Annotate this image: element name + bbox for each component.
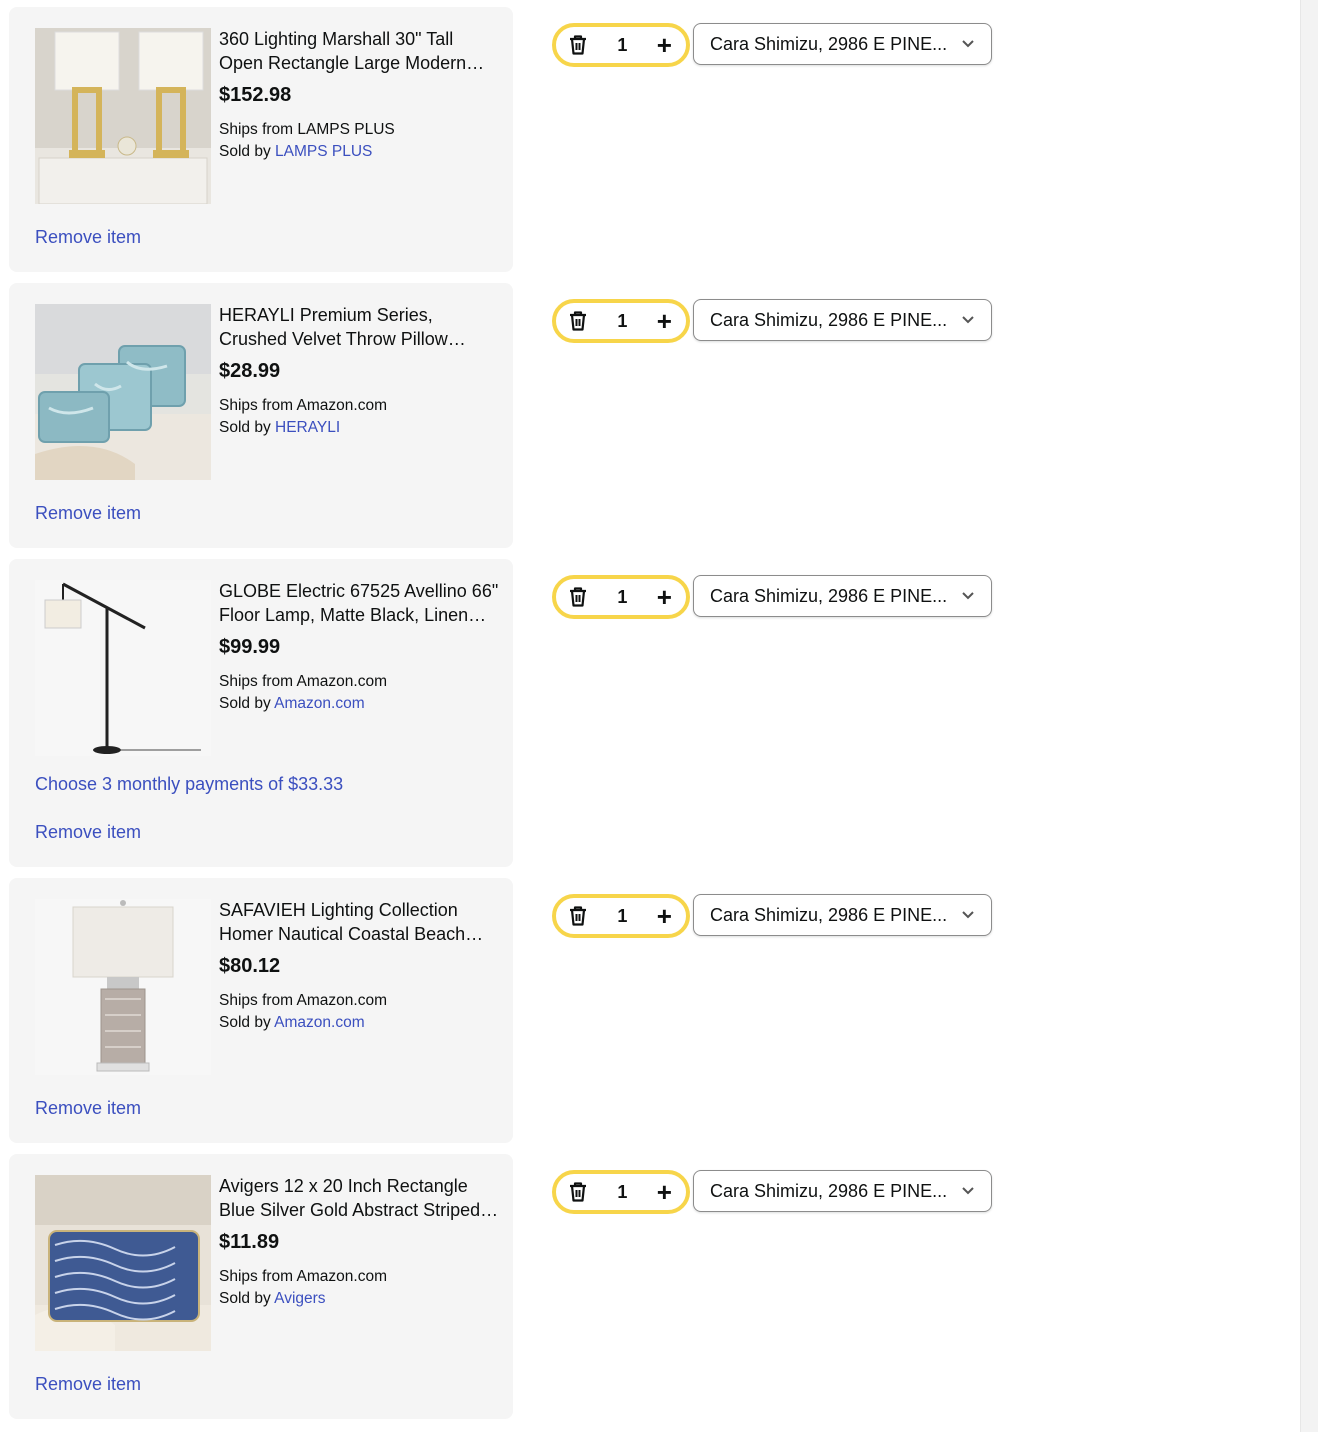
product-price: $99.99: [219, 636, 281, 658]
remove-item-link[interactable]: Remove item: [35, 503, 141, 524]
product-title[interactable]: GLOBE Electric 67525 Avellino 66" Floor …: [219, 579, 499, 627]
product-price: $80.12: [219, 955, 281, 977]
sold-by-label: Sold by: [219, 1290, 271, 1307]
remove-item-link[interactable]: Remove item: [35, 1374, 141, 1395]
chevron-down-icon: [961, 312, 977, 328]
trash-icon[interactable]: [568, 34, 588, 56]
shipping-address-dropdown[interactable]: Cara Shimizu, 2986 E PINE...: [693, 575, 992, 617]
ships-from: Ships from Amazon.com: [219, 992, 387, 1009]
sold-by: Sold by LAMPS PLUS: [219, 141, 499, 163]
cart-item-card: 360 Lighting Marshall 30" Tall Open Rect…: [9, 7, 513, 272]
chevron-down-icon: [961, 36, 977, 52]
trash-icon[interactable]: [568, 1181, 588, 1203]
product-title[interactable]: 360 Lighting Marshall 30" Tall Open Rect…: [219, 27, 499, 75]
sold-by: Sold by Amazon.com: [219, 1012, 499, 1034]
address-value: Cara Shimizu, 2986 E PINE...: [710, 1180, 948, 1201]
sold-by-label: Sold by: [219, 419, 271, 436]
ships-from: Ships from Amazon.com: [219, 673, 387, 690]
seller-link[interactable]: LAMPS PLUS: [275, 143, 372, 160]
product-title[interactable]: SAFAVIEH Lighting Collection Homer Nauti…: [219, 898, 499, 946]
cart-item-card: GLOBE Electric 67525 Avellino 66" Floor …: [9, 559, 513, 867]
quantity-value: 1: [617, 905, 628, 926]
cart-item-card: SAFAVIEH Lighting Collection Homer Nauti…: [9, 878, 513, 1143]
plus-icon[interactable]: +: [657, 903, 672, 929]
monthly-payments-link[interactable]: Choose 3 monthly payments of $33.33: [35, 774, 343, 795]
shell-table-lamp-image: [35, 899, 211, 1075]
sold-by-label: Sold by: [219, 143, 271, 160]
cart-item-card: Avigers 12 x 20 Inch Rectangle Blue Silv…: [9, 1154, 513, 1419]
item-info: 360 Lighting Marshall 30" Tall Open Rect…: [219, 27, 499, 163]
product-image[interactable]: [35, 1175, 211, 1351]
product-image[interactable]: [35, 899, 211, 1075]
seller-link[interactable]: HERAYLI: [275, 419, 340, 436]
plus-icon[interactable]: +: [657, 32, 672, 58]
scrollbar-track[interactable]: [1300, 0, 1318, 1432]
velvet-pillows-image: [35, 304, 211, 480]
blue-pillow-image: [35, 1175, 211, 1351]
sold-by-label: Sold by: [219, 695, 271, 712]
item-info: HERAYLI Premium Series, Crushed Velvet T…: [219, 303, 499, 439]
quantity-stepper: 1 +: [552, 894, 690, 938]
remove-item-link[interactable]: Remove item: [35, 822, 141, 843]
plus-icon[interactable]: +: [657, 584, 672, 610]
seller-link[interactable]: Amazon.com: [274, 695, 364, 712]
address-value: Cara Shimizu, 2986 E PINE...: [710, 33, 948, 54]
item-info: Avigers 12 x 20 Inch Rectangle Blue Silv…: [219, 1174, 499, 1310]
quantity-stepper: 1 +: [552, 299, 690, 343]
remove-item-link[interactable]: Remove item: [35, 227, 141, 248]
quantity-value: 1: [617, 586, 628, 607]
cart-item-card: HERAYLI Premium Series, Crushed Velvet T…: [9, 283, 513, 548]
plus-icon[interactable]: +: [657, 308, 672, 334]
product-price: $11.89: [219, 1231, 280, 1253]
trash-icon[interactable]: [568, 310, 588, 332]
remove-item-link[interactable]: Remove item: [35, 1098, 141, 1119]
address-value: Cara Shimizu, 2986 E PINE...: [710, 585, 948, 606]
shipping-address-dropdown[interactable]: Cara Shimizu, 2986 E PINE...: [693, 1170, 992, 1212]
quantity-value: 1: [617, 310, 628, 331]
product-image[interactable]: [35, 580, 211, 756]
product-image[interactable]: [35, 28, 211, 204]
ships-from: Ships from LAMPS PLUS: [219, 121, 395, 138]
sold-by: Sold by Amazon.com: [219, 693, 499, 715]
table-lamps-image: [35, 28, 211, 204]
quantity-stepper: 1 +: [552, 1170, 690, 1214]
sold-by-label: Sold by: [219, 1014, 271, 1031]
quantity-value: 1: [617, 1181, 628, 1202]
trash-icon[interactable]: [568, 905, 588, 927]
chevron-down-icon: [961, 1183, 977, 1199]
plus-icon[interactable]: +: [657, 1179, 672, 1205]
product-price: $152.98: [219, 84, 292, 106]
product-image[interactable]: [35, 304, 211, 480]
product-title[interactable]: Avigers 12 x 20 Inch Rectangle Blue Silv…: [219, 1174, 499, 1222]
product-price: $28.99: [219, 360, 281, 382]
ships-from: Ships from Amazon.com: [219, 1268, 387, 1285]
floor-lamp-image: [35, 580, 211, 756]
ships-from: Ships from Amazon.com: [219, 397, 387, 414]
seller-link[interactable]: Amazon.com: [274, 1014, 364, 1031]
seller-link[interactable]: Avigers: [274, 1290, 325, 1307]
shipping-address-dropdown[interactable]: Cara Shimizu, 2986 E PINE...: [693, 894, 992, 936]
address-value: Cara Shimizu, 2986 E PINE...: [710, 904, 948, 925]
item-info: GLOBE Electric 67525 Avellino 66" Floor …: [219, 579, 499, 715]
chevron-down-icon: [961, 907, 977, 923]
quantity-value: 1: [617, 34, 628, 55]
trash-icon[interactable]: [568, 586, 588, 608]
chevron-down-icon: [961, 588, 977, 604]
sold-by: Sold by Avigers: [219, 1288, 499, 1310]
quantity-stepper: 1 +: [552, 575, 690, 619]
item-info: SAFAVIEH Lighting Collection Homer Nauti…: [219, 898, 499, 1034]
product-title[interactable]: HERAYLI Premium Series, Crushed Velvet T…: [219, 303, 499, 351]
sold-by: Sold by HERAYLI: [219, 417, 499, 439]
quantity-stepper: 1 +: [552, 23, 690, 67]
address-value: Cara Shimizu, 2986 E PINE...: [710, 309, 948, 330]
shipping-address-dropdown[interactable]: Cara Shimizu, 2986 E PINE...: [693, 23, 992, 65]
shipping-address-dropdown[interactable]: Cara Shimizu, 2986 E PINE...: [693, 299, 992, 341]
